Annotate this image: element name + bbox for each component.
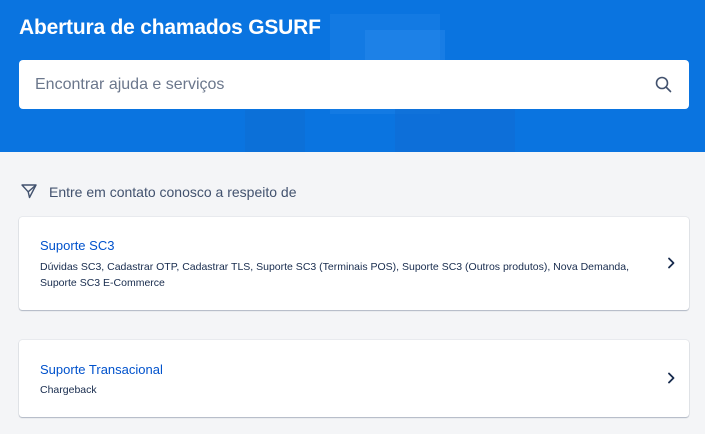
section-label: Entre em contato conosco a respeito de bbox=[49, 184, 297, 200]
search-box[interactable]: Encontrar ajuda e serviços bbox=[19, 60, 689, 109]
search-input[interactable]: Encontrar ajuda e serviços bbox=[35, 76, 653, 94]
send-icon bbox=[20, 182, 40, 202]
request-type-card[interactable]: Suporte Transacional Chargeback bbox=[19, 340, 689, 417]
hero-banner: Abertura de chamados GSURF Encontrar aju… bbox=[0, 0, 705, 152]
search-icon[interactable] bbox=[653, 75, 673, 95]
card-description: Dúvidas SC3, Cadastrar OTP, Cadastrar TL… bbox=[40, 261, 630, 289]
section-header: Entre em contato conosco a respeito de bbox=[20, 182, 296, 202]
page-title: Abertura de chamados GSURF bbox=[19, 16, 321, 39]
chevron-right-icon bbox=[665, 257, 677, 269]
card-title[interactable]: Suporte SC3 bbox=[40, 238, 114, 253]
card-title[interactable]: Suporte Transacional bbox=[40, 362, 163, 377]
request-type-card[interactable]: Suporte SC3 Dúvidas SC3, Cadastrar OTP, … bbox=[19, 217, 689, 310]
chevron-right-icon bbox=[665, 372, 677, 384]
card-description: Chargeback bbox=[40, 384, 97, 396]
